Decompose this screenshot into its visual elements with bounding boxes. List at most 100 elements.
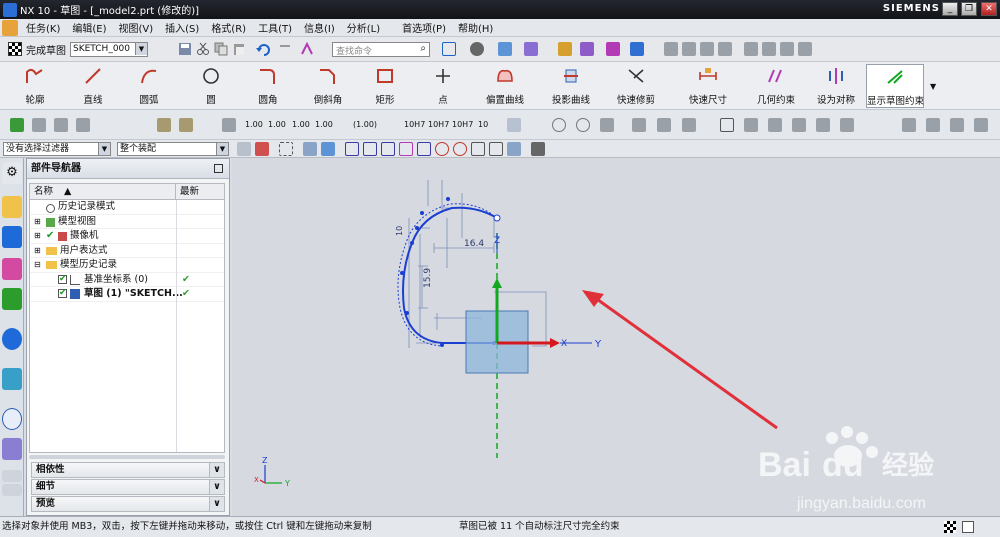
dim-style-5[interactable]: (1.00) bbox=[353, 120, 377, 129]
gdt-icon[interactable] bbox=[744, 118, 758, 132]
command-search-input[interactable]: 查找命令 ⌕ bbox=[332, 41, 430, 57]
snap-point-icon-2[interactable] bbox=[363, 141, 377, 156]
menu-tools[interactable]: 工具(T) bbox=[252, 20, 298, 35]
snap-point-icon-10[interactable] bbox=[507, 141, 521, 156]
misc-icon[interactable] bbox=[902, 118, 916, 132]
annotation-icon[interactable] bbox=[632, 118, 646, 132]
close-button[interactable]: ✕ bbox=[981, 2, 997, 16]
misc-icon-3[interactable] bbox=[950, 118, 964, 132]
dim-style-1[interactable]: 1.00 bbox=[245, 120, 263, 129]
preview-section[interactable]: 预览 bbox=[31, 496, 225, 512]
sketch-tools-icon-3[interactable] bbox=[54, 118, 68, 132]
part-navigator-tab-icon[interactable] bbox=[2, 196, 22, 218]
annotation-icon-2[interactable] bbox=[657, 118, 671, 132]
menu-analysis[interactable]: 分析(L) bbox=[341, 20, 386, 35]
snap-point-icon-8[interactable] bbox=[471, 141, 485, 156]
sketch-tools-icon-4[interactable] bbox=[76, 118, 90, 132]
dim-text-small[interactable]: 10 bbox=[395, 226, 404, 236]
grid-icon[interactable] bbox=[606, 42, 620, 56]
menu-help[interactable]: 帮助(H) bbox=[452, 20, 499, 35]
gdt-icon-4[interactable] bbox=[816, 118, 830, 132]
sketch-tools-icon[interactable] bbox=[10, 118, 24, 132]
snap-point-icon-4[interactable] bbox=[399, 141, 413, 156]
dim-text-vertical[interactable]: 15.9 bbox=[423, 268, 433, 288]
filter-icon-2[interactable] bbox=[255, 141, 269, 156]
tree-item-model-views[interactable]: ⊞ 模型视图 bbox=[30, 215, 224, 230]
feature-icon-4[interactable] bbox=[718, 42, 732, 56]
feature-icon-7[interactable] bbox=[780, 42, 794, 56]
snap-point-icon-11[interactable] bbox=[531, 141, 545, 156]
dim-style-2[interactable]: 1.00 bbox=[268, 120, 286, 129]
dependencies-section[interactable]: 相依性 bbox=[31, 462, 225, 478]
tree-item-cameras[interactable]: ⊞ ✔ 摄像机 bbox=[30, 229, 224, 244]
select-icon-4[interactable] bbox=[321, 141, 335, 156]
strip-scroll-down-icon[interactable] bbox=[2, 484, 22, 496]
snap-point-icon-9[interactable] bbox=[489, 141, 503, 156]
annotation-icon-3[interactable] bbox=[682, 118, 696, 132]
feature-icon-6[interactable] bbox=[762, 42, 776, 56]
column-name-header[interactable]: 名称 ▲ bbox=[30, 184, 176, 199]
ribbon-more-icon[interactable]: ▼ bbox=[930, 82, 936, 91]
sketch-name-select[interactable]: SKETCH_000 bbox=[70, 41, 148, 57]
restore-button[interactable]: ❐ bbox=[961, 2, 977, 16]
fit-view-icon[interactable] bbox=[442, 42, 456, 56]
minimize-button[interactable]: _ bbox=[942, 2, 958, 16]
snap-icon[interactable] bbox=[558, 42, 572, 56]
tree-item-sketch[interactable]: 草图 (1) "SKETCH... ✔ bbox=[30, 286, 224, 302]
dim-style-8[interactable]: 10H7 bbox=[452, 120, 473, 129]
view-cube-icon[interactable] bbox=[498, 42, 512, 56]
constraint-navigator-tab-icon[interactable] bbox=[2, 258, 22, 280]
visibility-checkbox[interactable] bbox=[58, 286, 67, 301]
selection-filter-select[interactable]: 没有选择过滤器 bbox=[3, 141, 111, 156]
feature-icon-3[interactable] bbox=[700, 42, 714, 56]
dim-style-7[interactable]: 10H7 bbox=[428, 120, 449, 129]
save-icon[interactable] bbox=[178, 42, 192, 56]
feature-icon-8[interactable] bbox=[798, 42, 812, 56]
circle-button[interactable]: 圆 bbox=[188, 64, 234, 108]
reuse-library-tab-icon[interactable] bbox=[2, 288, 22, 310]
tree-item-model-history[interactable]: ⊟ 模型历史记录 bbox=[30, 258, 224, 273]
snap-point-icon-1[interactable] bbox=[345, 141, 359, 156]
scope-select[interactable]: 整个装配 bbox=[117, 141, 229, 156]
point-button[interactable]: 点 bbox=[420, 64, 466, 108]
fillet-button[interactable]: 圆角 bbox=[245, 64, 291, 108]
app-menu-icon[interactable] bbox=[2, 19, 18, 36]
undo-icon[interactable] bbox=[256, 42, 270, 56]
column-latest-header[interactable]: 最新 bbox=[176, 184, 199, 199]
expand-plus-icon[interactable]: ⊞ bbox=[34, 215, 41, 230]
tree-item-datum-csys[interactable]: 基准坐标系 (0) ✔ bbox=[30, 272, 224, 287]
datum-triangle-icon[interactable] bbox=[720, 118, 734, 132]
diameter-dim-icon[interactable] bbox=[552, 118, 566, 132]
chamfer-button[interactable]: 倒斜角 bbox=[305, 64, 351, 108]
select-icon-3[interactable] bbox=[303, 141, 317, 156]
tree-item-user-expressions[interactable]: ⊞ 用户表达式 bbox=[30, 244, 224, 258]
quick-dimension-button[interactable]: 快速尺寸 bbox=[680, 64, 736, 108]
radius-dim-icon[interactable] bbox=[576, 118, 590, 132]
menu-task[interactable]: 任务(K) bbox=[20, 20, 66, 35]
graphics-window[interactable]: 16.4 15.9 10 Z X Y Z Y X Bai du 经验 jingy… bbox=[232, 158, 1000, 516]
settings-gear-icon[interactable]: ⚙ bbox=[2, 162, 22, 184]
paste-icon[interactable] bbox=[232, 42, 246, 56]
quick-trim-button[interactable]: 快速修剪 bbox=[608, 64, 664, 108]
offset-curve-button[interactable]: 偏置曲线 bbox=[477, 64, 533, 108]
misc-icon-2[interactable] bbox=[926, 118, 940, 132]
geometric-constraint-button[interactable]: 几何约束 bbox=[752, 64, 800, 108]
menu-insert[interactable]: 插入(S) bbox=[159, 20, 205, 35]
redo-icon[interactable] bbox=[278, 42, 292, 56]
dimension-tools-icon-3[interactable] bbox=[222, 118, 236, 132]
orient-view-icon[interactable] bbox=[524, 42, 538, 56]
dim-style-3[interactable]: 1.00 bbox=[292, 120, 310, 129]
dimension-tools-icon-2[interactable] bbox=[179, 118, 193, 132]
copy-icon[interactable] bbox=[214, 42, 228, 56]
cut-icon[interactable] bbox=[196, 42, 210, 56]
angle-dim-icon[interactable] bbox=[507, 118, 521, 132]
rectangle-button[interactable]: 矩形 bbox=[362, 64, 408, 108]
dim-style-6[interactable]: 10H7 bbox=[404, 120, 425, 129]
undo-dim-icon[interactable] bbox=[600, 118, 614, 132]
line-button[interactable]: 直线 bbox=[70, 64, 116, 108]
endpoint-marker[interactable] bbox=[493, 214, 501, 222]
menu-preferences[interactable]: 首选项(P) bbox=[396, 20, 452, 35]
menu-format[interactable]: 格式(R) bbox=[205, 20, 252, 35]
filter-icon-1[interactable] bbox=[237, 141, 251, 156]
feature-icon-1[interactable] bbox=[664, 42, 678, 56]
